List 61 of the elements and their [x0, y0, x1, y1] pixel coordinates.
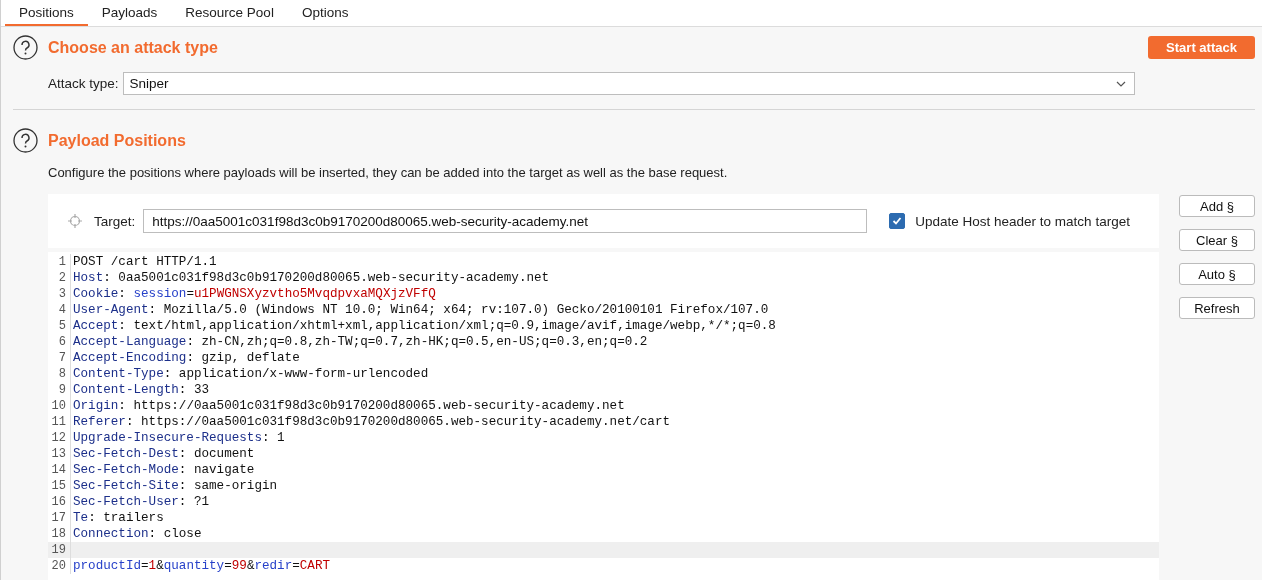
request-editor[interactable]: [48, 252, 1159, 580]
code-text: Cookie: session=u1PWGNSXyzvtho5MvqdpvxaMQXjzVFfQ: [72, 286, 436, 302]
code-text: Content-Type: application/x-www-form-urlencoded: [72, 366, 429, 382]
line-number: 7: [48, 350, 71, 366]
code-text: Upgrade-Insecure-Requests: 1: [72, 430, 285, 446]
code-text: Connection: close: [72, 526, 202, 542]
tab[interactable]: Options: [287, 0, 363, 26]
update-host-checkbox[interactable]: [889, 213, 906, 229]
target-field[interactable]: https://0aa5001c031f98d3c0b9170200d80065.web-security-academy.net: [143, 209, 868, 233]
code-text: Te: trailers: [72, 510, 164, 526]
line-number: 16: [48, 494, 71, 510]
tab[interactable]: Resource Pool: [171, 0, 288, 26]
code-text: Accept: text/html,application/xhtml+xml,application/xml;q=0.9,image/avif,image/webp,*/*;q=0.8: [72, 318, 776, 334]
side-button[interactable]: Refresh: [1179, 297, 1255, 319]
tab[interactable]: Positions: [5, 0, 88, 26]
code-text: Sec-Fetch-Dest: document: [72, 446, 255, 462]
line-number: 13: [48, 446, 71, 462]
line-number: 9: [48, 382, 71, 398]
line-number: 3: [48, 286, 71, 302]
line-number: 12: [48, 430, 71, 446]
chevron-down-icon: [1115, 80, 1126, 87]
line-number: 4: [48, 302, 71, 318]
update-host-label: Update Host header to match target: [915, 213, 1130, 229]
line-number: 5: [48, 318, 71, 334]
line-number: 8: [48, 366, 71, 382]
code-text: Host: 0aa5001c031f98d3c0b9170200d80065.web-security-academy.net: [72, 270, 550, 286]
attack-type-dropdown[interactable]: Sniper: [122, 72, 1135, 95]
crosshair-icon: [68, 214, 82, 228]
section-title: Payload Positions: [48, 131, 187, 150]
code-text: productId=1&quantity=99&redir=CART: [72, 558, 331, 574]
code-text: POST /cart HTTP/1.1: [72, 254, 217, 270]
line-number: 6: [48, 334, 71, 350]
line-number: 20: [48, 558, 71, 574]
line-number: 11: [48, 414, 71, 430]
attack-type-label: Attack type:: [48, 76, 119, 91]
tab[interactable]: Payloads: [87, 0, 172, 26]
section-title: Choose an attack type: [48, 38, 219, 57]
code-text: Origin: https://0aa5001c031f98d3c0b9170200d80065.web-security-academy.net: [72, 398, 625, 414]
line-number: 1: [48, 254, 71, 270]
code-text: Accept-Encoding: gzip, deflate: [72, 350, 300, 366]
code-text: Accept-Language: zh-CN,zh;q=0.8,zh-TW;q=0.7,zh-HK;q=0.5,en-US;q=0.3,en;q=0.2: [72, 334, 648, 350]
code-text: Referer: https://0aa5001c031f98d3c0b9170200d80065.web-security-academy.net/cart: [72, 414, 671, 430]
help-icon[interactable]: [13, 128, 38, 153]
line-number: 17: [48, 510, 71, 526]
line-number: 15: [48, 478, 71, 494]
checkmark-icon: [892, 216, 903, 226]
line-number: 19: [48, 542, 71, 558]
code-text: Sec-Fetch-Mode: navigate: [72, 462, 255, 478]
code-text: Content-Length: 33: [72, 382, 210, 398]
code-text: User-Agent: Mozilla/5.0 (Windows NT 10.0; Win64; x64; rv:107.0) Gecko/20100101 Firefox/107.0: [72, 302, 769, 318]
side-button[interactable]: Add §: [1179, 195, 1255, 217]
code-text: Sec-Fetch-Site: same-origin: [72, 478, 278, 494]
code-text: Sec-Fetch-User: ?1: [72, 494, 210, 510]
line-number: 10: [48, 398, 71, 414]
target-label: Target:: [94, 213, 136, 229]
side-button[interactable]: Auto §: [1179, 263, 1255, 285]
help-icon[interactable]: [13, 35, 38, 60]
description-text: Configure the positions where payloads will be inserted, they can be added into the target as well as the base request.: [48, 165, 729, 180]
line-number: 2: [48, 270, 71, 286]
line-number: 14: [48, 462, 71, 478]
side-button[interactable]: Clear §: [1179, 229, 1255, 251]
